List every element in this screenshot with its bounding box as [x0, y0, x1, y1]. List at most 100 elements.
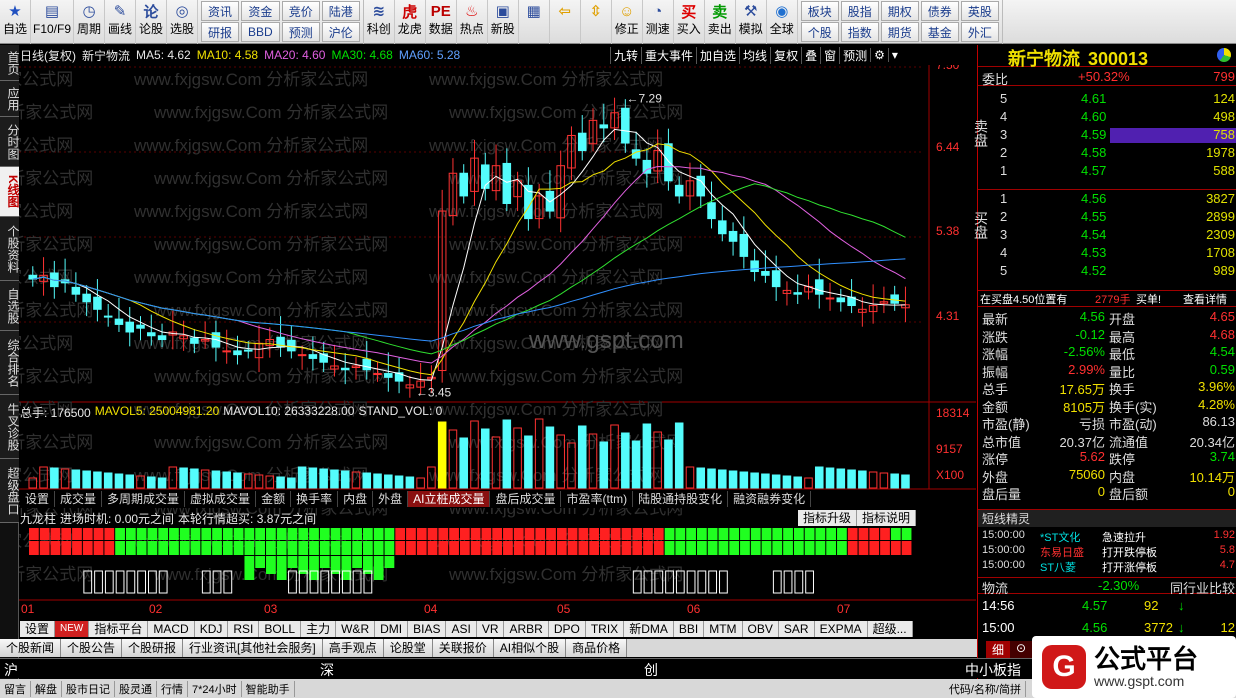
- left-tab-2[interactable]: 分时图: [0, 117, 20, 167]
- indicator-tab[interactable]: DPO: [548, 621, 586, 637]
- bid-row[interactable]: 1 4.56 3827: [978, 191, 1236, 208]
- toolbar-button-buttons3-7[interactable]: ⚒ 模拟: [736, 0, 767, 44]
- toolbar-button-buttons3-4[interactable]: ◔ 测速: [643, 0, 674, 44]
- market-label[interactable]: 沪: [4, 660, 18, 680]
- market-label[interactable]: 深: [320, 660, 334, 680]
- header-button[interactable]: 叠: [801, 46, 820, 64]
- indicator-tab[interactable]: KDJ: [194, 621, 229, 637]
- indicator-tab[interactable]: 设置: [20, 621, 56, 637]
- header-button[interactable]: 加自选: [696, 46, 739, 64]
- header-button[interactable]: 九转: [610, 46, 641, 64]
- toolbar-button-buttons2-3[interactable]: ♨ 热点: [457, 0, 488, 44]
- left-tab-5[interactable]: 自选股: [0, 281, 20, 331]
- quote-tab[interactable]: 细: [986, 641, 1011, 658]
- ask-row[interactable]: 5 4.61 124: [978, 91, 1236, 108]
- toolbar-button-buttons-0[interactable]: ★ 自选: [0, 0, 31, 44]
- header-button[interactable]: 均线: [739, 46, 770, 64]
- left-tab-4[interactable]: 个股资料: [0, 217, 20, 281]
- news-tab[interactable]: 关联报价: [432, 639, 494, 657]
- bid-row[interactable]: 5 4.52 989: [978, 263, 1236, 280]
- market-grid-item[interactable]: 英股: [960, 1, 999, 21]
- pie-icon[interactable]: [1217, 48, 1231, 62]
- status-item[interactable]: 解盘: [31, 680, 62, 697]
- market-label[interactable]: 创: [644, 660, 658, 680]
- indicator-tab[interactable]: BBI: [673, 621, 705, 637]
- period-label[interactable]: 日线(复权): [20, 47, 76, 64]
- indicator-tab[interactable]: BIAS: [408, 621, 447, 637]
- indicator-tab[interactable]: MTM: [704, 621, 743, 637]
- toolbar-button-buttons2-0[interactable]: ≋ 科创: [364, 0, 395, 44]
- toolbar-button-buttons-4[interactable]: 论论股: [136, 0, 168, 44]
- left-tab-0[interactable]: 首页: [0, 45, 20, 81]
- status-item[interactable]: 股灵通: [115, 680, 157, 697]
- toolbar-button-buttons2-2[interactable]: PE 数据: [426, 0, 457, 44]
- volume-tab[interactable]: 换手率: [291, 491, 339, 507]
- notice-link[interactable]: 查看详情: [1183, 291, 1227, 307]
- news-tab[interactable]: 个股新闻: [0, 639, 62, 657]
- market-label[interactable]: 中小板指: [965, 660, 1021, 680]
- news-tab[interactable]: 个股公告: [61, 639, 123, 657]
- market-grid-item[interactable]: 基金: [920, 22, 959, 42]
- header-button[interactable]: 重大事件: [641, 46, 696, 64]
- ask-row[interactable]: 4 4.60 498: [978, 109, 1236, 126]
- toolbar-button-buttons3-6[interactable]: 卖卖出: [705, 0, 736, 44]
- volume-tab[interactable]: 外盘: [373, 491, 409, 507]
- status-item[interactable]: 行情: [157, 680, 188, 697]
- volume-tab[interactable]: 盘后成交量: [490, 491, 562, 507]
- quote-tab[interactable]: ⊙: [1010, 641, 1033, 658]
- info-grid-item[interactable]: 沪伦: [321, 22, 360, 42]
- info-grid-item[interactable]: 研报: [201, 22, 240, 42]
- toolbar-button-buttons-1[interactable]: ▤ F10/F9: [31, 0, 75, 44]
- indicator-tab[interactable]: 超级...: [867, 621, 913, 637]
- info-grid-item[interactable]: BBD: [241, 22, 280, 42]
- market-grid-item[interactable]: 外汇: [960, 22, 999, 42]
- status-item[interactable]: 智能助手: [242, 680, 295, 697]
- bid-row[interactable]: 3 4.54 2309: [978, 227, 1236, 244]
- indicator-button[interactable]: 指标升级: [798, 510, 858, 526]
- ask-row[interactable]: 3 4.59 758: [978, 127, 1236, 144]
- toolbar-button-buttons-2[interactable]: ◷ 周期: [74, 0, 106, 44]
- market-grid-item[interactable]: 板块: [800, 1, 839, 21]
- market-grid-item[interactable]: 股指: [840, 1, 879, 21]
- volume-tab[interactable]: 设置: [20, 491, 56, 507]
- toolbar-button-buttons-3[interactable]: ✎ 画线: [105, 0, 137, 44]
- indicator-tab[interactable]: VR: [476, 621, 505, 637]
- elf-row[interactable]: 15:00:00 ST八菱 打开涨停板 4.7: [978, 559, 1236, 576]
- market-grid-item[interactable]: 期货: [880, 22, 919, 42]
- volume-tab[interactable]: 市盈率(ttm): [561, 491, 634, 507]
- indicator-tab[interactable]: ASI: [446, 621, 477, 637]
- header-button[interactable]: 预测: [839, 46, 870, 64]
- indicator-tab[interactable]: ARBR: [504, 621, 549, 637]
- left-tab-6[interactable]: 综合排名: [0, 331, 20, 395]
- indicator-tab[interactable]: BOLL: [259, 621, 302, 637]
- news-tab[interactable]: AI相似个股: [493, 639, 567, 657]
- info-grid-item[interactable]: 预测: [281, 22, 320, 42]
- kline-chart[interactable]: www.fxjgsw.Com 分析家公式网 www.fxjgsw.Com 分析家公…: [19, 65, 976, 645]
- volume-tab[interactable]: 陆股通持股变化: [633, 491, 729, 507]
- status-item[interactable]: 股市日记: [62, 680, 115, 697]
- volume-tab[interactable]: 内盘: [338, 491, 374, 507]
- toolbar-button-buttons2-1[interactable]: 虎龙虎: [395, 0, 426, 44]
- indicator-tab[interactable]: 主力: [301, 621, 337, 637]
- volume-tab[interactable]: 成交量: [55, 491, 103, 507]
- toolbar-button-buttons3-8[interactable]: ◉ 全球: [767, 0, 798, 44]
- news-tab[interactable]: 论股堂: [383, 639, 433, 657]
- industry-compare-link[interactable]: 同行业比较: [1170, 578, 1235, 597]
- indicator-tab[interactable]: TRIX: [585, 621, 625, 637]
- volume-tab[interactable]: AI立桩成交量: [408, 491, 491, 507]
- toolbar-button-buttons3-0[interactable]: ▦: [519, 0, 550, 44]
- indicator-tab[interactable]: OBV: [742, 621, 779, 637]
- volume-tab[interactable]: 多周期成交量: [102, 491, 186, 507]
- info-grid-item[interactable]: 资金: [241, 1, 280, 21]
- market-grid-item[interactable]: 个股: [800, 22, 839, 42]
- news-tab[interactable]: 高手观点: [322, 639, 384, 657]
- left-tab-3[interactable]: K线图: [0, 167, 20, 217]
- bid-row[interactable]: 2 4.55 2899: [978, 209, 1236, 226]
- news-tab[interactable]: 行业资讯[其他社会服务]: [183, 639, 323, 657]
- market-grid-item[interactable]: 指数: [840, 22, 879, 42]
- indicator-tab[interactable]: W&R: [336, 621, 376, 637]
- ask-row[interactable]: 1 4.57 588: [978, 163, 1236, 180]
- settings-icon[interactable]: ⚙: [870, 48, 888, 62]
- status-item[interactable]: 代码/名称/简拼: [945, 680, 1026, 697]
- toolbar-button-buttons-5[interactable]: ◎ 选股: [167, 0, 199, 44]
